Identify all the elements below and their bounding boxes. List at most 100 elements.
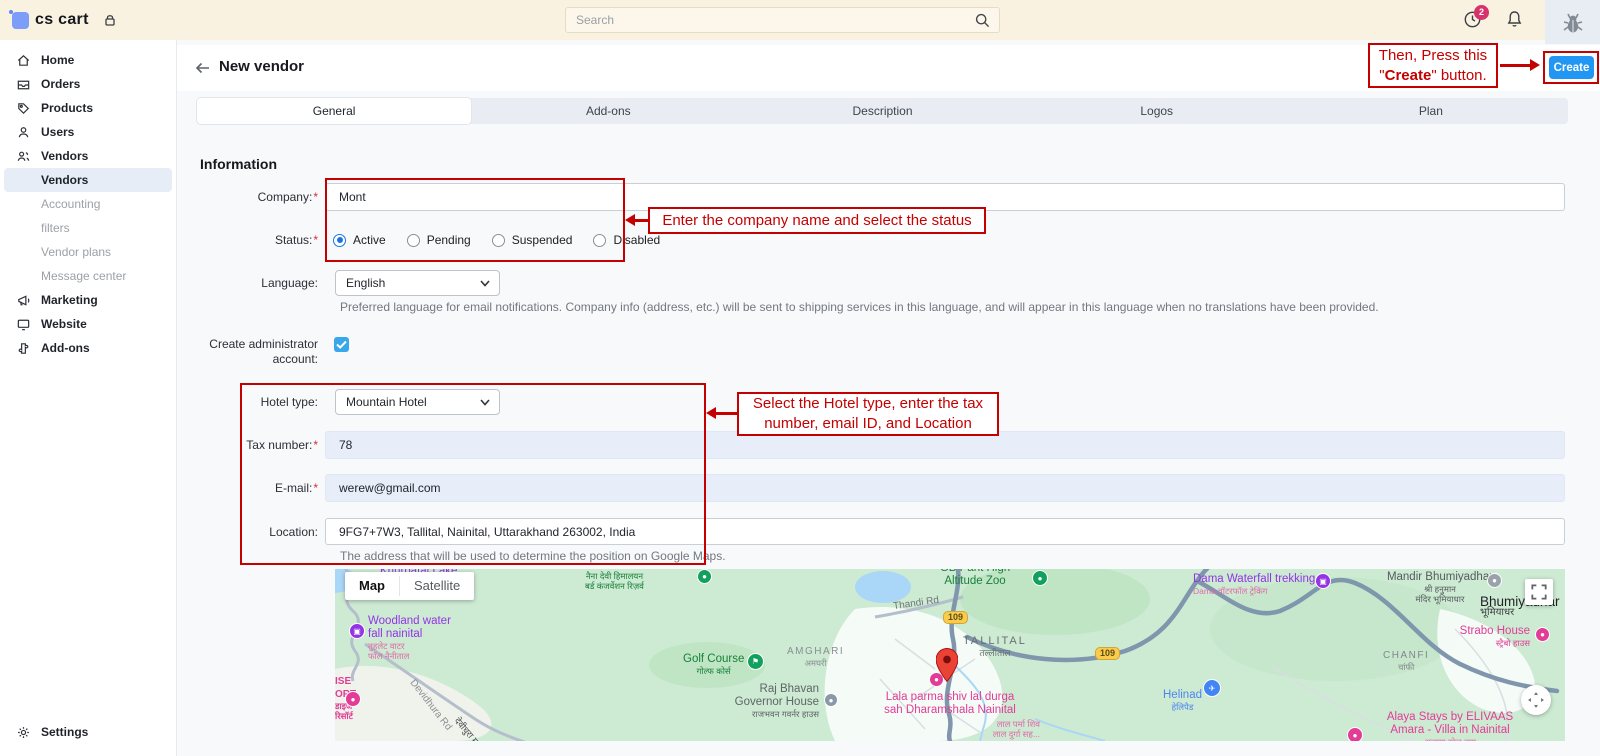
sidebar-item-home[interactable]: Home [0,48,176,72]
map-label-strabo: Strabo Houseस्ट्रैबो हाउस [1420,625,1530,648]
tax-number-label: Tax number:* [190,438,318,452]
route-badge-109: 109 [1095,647,1120,660]
notification-count-badge: 2 [1474,5,1489,20]
logo-text: cs cart [35,11,89,29]
create-button[interactable]: Create [1549,56,1594,79]
strabo-poi-icon: ● [1535,627,1550,642]
location-input[interactable] [325,518,1565,545]
google-map[interactable]: Khurpatal Lake नैना देवी हिमालयनबर्ड कंज… [335,569,1565,741]
vendors-icon [16,149,31,164]
pan-control-icon[interactable] [1521,685,1551,715]
tab-addons[interactable]: Add-ons [471,98,745,124]
orders-icon [16,77,31,92]
governor-house-poi-icon: ● [824,693,838,707]
bug-icon[interactable] [1560,10,1586,36]
map-label-raj-bhavan: Raj BhavanGovernor House राजभवन गवर्नर ह… [717,683,819,719]
annotation-company: Enter the company name and select the st… [648,207,986,234]
map-label-helinad: Helinadहेलिपैड [1163,689,1202,712]
tab-general[interactable]: General [197,98,471,124]
create-admin-label: Create administratoraccount: [190,337,318,367]
location-hint: The address that will be used to determi… [340,549,1240,563]
map-label-naina-devi: नैना देवी हिमालयनबर्ड कंजर्वेशन रिज़र्व [585,571,644,591]
chevron-down-icon [480,399,490,406]
arrow-right-icon [1530,59,1540,71]
sidebar-subitem-message-center[interactable]: Message center [0,264,176,288]
back-arrow-icon[interactable] [193,58,213,83]
fullscreen-icon[interactable] [1525,579,1553,605]
map-label-amghari: AMGHARIअमघरी [787,645,844,668]
annotation-create: Then, Press this "Create" button. [1368,43,1498,88]
zoo-poi-icon: ● [1032,570,1048,586]
location-marker-pin[interactable] [936,648,958,687]
sidebar-subitem-vendor-plans[interactable]: Vendor plans [0,240,176,264]
location-label: Location: [190,525,318,539]
radio-suspended[interactable]: Suspended [492,233,573,247]
hotel-type-label: Hotel type: [190,395,318,409]
sidebar-item-orders[interactable]: Orders [0,72,176,96]
sidebar: Home Orders Products Users Vendors Vendo… [0,40,177,756]
sidebar-subitem-filters[interactable]: filters [0,216,176,240]
puzzle-icon [16,341,31,356]
language-label: Language: [190,276,318,290]
sidebar-subitem-vendors[interactable]: Vendors [4,168,172,192]
hotel-type-select[interactable]: Mountain Hotel [335,389,500,415]
sidebar-item-marketing[interactable]: Marketing [0,288,176,312]
lock-icon[interactable] [102,12,118,33]
email-label: E-mail:* [190,481,318,495]
map-button[interactable]: Map [345,572,399,600]
home-icon [16,53,31,68]
search-input[interactable] [576,8,966,32]
tab-logos[interactable]: Logos [1020,98,1294,124]
global-search [565,7,1000,33]
sidebar-item-settings[interactable]: Settings [0,720,176,744]
tab-plan[interactable]: Plan [1294,98,1568,124]
map-type-control: Map Satellite [345,572,474,600]
information-heading: Information [200,156,277,172]
bell-icon[interactable] [1504,9,1525,35]
route-badge-109: 109 [943,611,968,624]
radio-pending[interactable]: Pending [407,233,471,247]
chevron-down-icon [480,280,490,287]
topbar: cs cart 2 [0,0,1600,40]
map-label-dama: Dama Waterfall trekkingDama वॉटरफॉल ट्रे… [1193,573,1315,596]
trekking-poi-icon: ▣ [1315,573,1331,589]
resort-poi-icon: ● [345,691,361,707]
temple-poi-icon: ● [1487,573,1502,588]
email-input[interactable] [325,474,1565,502]
map-label-golf: Golf Courseगोल्फ कोर्स [683,653,744,676]
company-label: Company:* [190,190,318,204]
map-label-alaya: Alaya Stays by ELIVAASAmara - Villa in N… [1365,711,1535,741]
status-label: Status:* [190,233,318,247]
language-hint: Preferred language for email notificatio… [340,300,1550,314]
satellite-button[interactable]: Satellite [400,572,474,600]
radio-circle [407,234,420,247]
search-icon[interactable] [974,12,991,34]
sidebar-item-addons[interactable]: Add-ons [0,336,176,360]
alaya-poi-icon: ● [1347,727,1363,741]
vendor-tabs: General Add-ons Description Logos Plan [197,98,1568,124]
user-icon [16,125,31,140]
map-label-tallital: TALLITALतल्लीताल [963,635,1027,658]
heliport-poi-icon: ✈ [1203,679,1221,697]
cscart-logo-icon[interactable] [12,12,29,29]
monitor-icon [16,317,31,332]
radio-disabled[interactable]: Disabled [593,233,660,247]
tab-description[interactable]: Description [745,98,1019,124]
sidebar-item-vendors[interactable]: Vendors [0,144,176,168]
map-label-chanfi: CHANFIचांफी [1383,649,1429,672]
sidebar-item-website[interactable]: Website [0,312,176,336]
gear-icon [16,725,31,740]
create-admin-checkbox[interactable] [334,337,349,352]
radio-active[interactable]: Active [333,233,386,247]
sidebar-item-users[interactable]: Users [0,120,176,144]
page-title: New vendor [219,58,304,75]
megaphone-icon [16,293,31,308]
tag-icon [16,101,31,116]
sidebar-subitem-accounting[interactable]: Accounting [0,192,176,216]
reserve-poi-icon: ● [697,569,712,584]
check-icon [334,337,349,352]
radio-circle [333,234,346,247]
language-select[interactable]: English [335,270,500,296]
sidebar-item-products[interactable]: Products [0,96,176,120]
annotation-hotel: Select the Hotel type, enter the taxnumb… [737,392,999,436]
